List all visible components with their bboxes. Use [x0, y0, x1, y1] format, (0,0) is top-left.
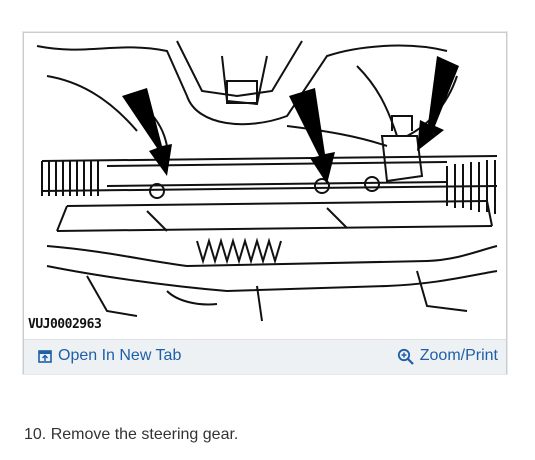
zoom-in-icon — [397, 348, 414, 365]
zoom-print-label: Zoom/Print — [419, 347, 498, 364]
open-in-new-tab-icon — [38, 350, 52, 363]
figure-toolbar: Open In New Tab Zoom/Print — [24, 339, 506, 374]
figure-card: VUJ0002963 Open In New Tab Zoom/Print — [23, 32, 507, 374]
open-in-new-tab-button[interactable]: Open In New Tab — [38, 347, 181, 365]
diagram-code: VUJ0002963 — [28, 317, 102, 332]
open-in-new-tab-label: Open In New Tab — [58, 347, 182, 364]
step-instruction: 10. Remove the steering gear. — [24, 426, 239, 443]
steering-gear-diagram — [27, 36, 503, 336]
zoom-print-button[interactable]: Zoom/Print — [397, 347, 498, 365]
